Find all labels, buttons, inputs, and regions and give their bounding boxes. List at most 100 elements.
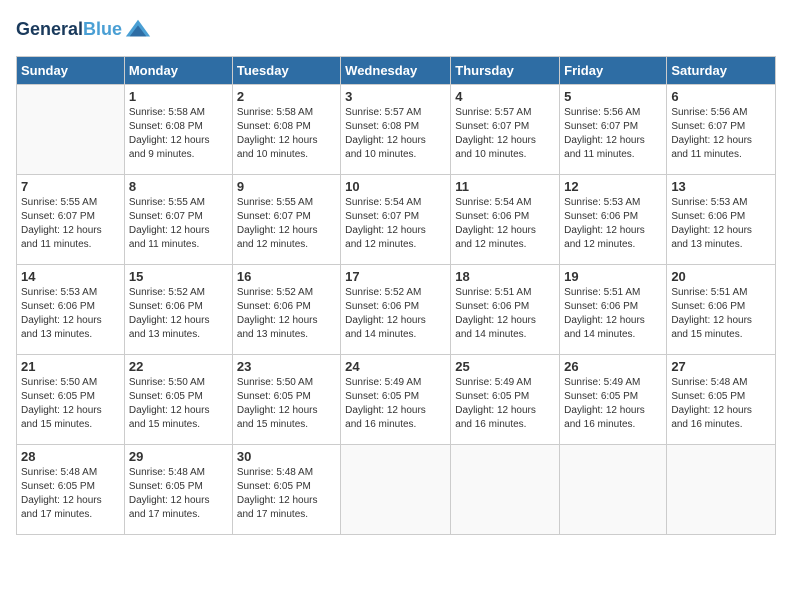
calendar-cell (451, 445, 560, 535)
calendar-cell: 2Sunrise: 5:58 AM Sunset: 6:08 PM Daylig… (232, 85, 340, 175)
day-number: 10 (345, 179, 446, 194)
weekday-header-wednesday: Wednesday (341, 57, 451, 85)
day-number: 1 (129, 89, 228, 104)
calendar-cell: 18Sunrise: 5:51 AM Sunset: 6:06 PM Dayli… (451, 265, 560, 355)
calendar-cell: 11 Sunrise: 5:54 AM Sunset: 6:06 PM Dayli… (451, 175, 560, 265)
calendar-cell: 22 Sunrise: 5:50 AM Sunset: 6:05 PM Dayli… (124, 355, 232, 445)
week-row-2: 7Sunrise: 5:55 AM Sunset: 6:07 PM Daylig… (17, 175, 776, 265)
day-number: 4 (455, 89, 555, 104)
calendar-table: SundayMondayTuesdayWednesdayThursdayFrid… (16, 56, 776, 535)
calendar-cell (341, 445, 451, 535)
day-number: 25 (455, 359, 555, 374)
day-info: Sunrise: 5:51 AM Sunset: 6:06 PM Dayligh… (671, 286, 771, 342)
day-number: 26 (564, 359, 662, 374)
weekday-header-thursday: Thursday (451, 57, 560, 85)
calendar-cell: 25 Sunrise: 5:49 AM Sunset: 6:05 PM Dayli… (451, 355, 560, 445)
day-number: 27 (671, 359, 771, 374)
day-number: 20 (671, 269, 771, 284)
day-info: Sunrise: 5:55 AM Sunset: 6:07 PM Dayligh… (21, 196, 120, 252)
day-info: Sunrise: 5:50 AM Sunset: 6:05 PM Dayligh… (237, 376, 336, 432)
day-info: Sunrise: 5:52 AM Sunset: 6:06 PM Dayligh… (345, 286, 446, 342)
calendar-cell: 6 Sunrise: 5:56 AM Sunset: 6:07 PM Daylig… (667, 85, 776, 175)
day-info: Sunrise: 5:55 AM Sunset: 6:07 PM Dayligh… (129, 196, 228, 252)
weekday-header-tuesday: Tuesday (232, 57, 340, 85)
week-row-4: 21 Sunrise: 5:50 AM Sunset: 6:05 PM Dayli… (17, 355, 776, 445)
week-row-5: 28 Sunrise: 5:48 AM Sunset: 6:05 PM Dayli… (17, 445, 776, 535)
day-info: Sunrise: 5:53 AM Sunset: 6:06 PM Dayligh… (671, 196, 771, 252)
day-info: Sunrise: 5:53 AM Sunset: 6:06 PM Dayligh… (564, 196, 662, 252)
day-info: Sunrise: 5:54 AM Sunset: 6:06 PM Dayligh… (455, 196, 555, 252)
day-info: Sunrise: 5:49 AM Sunset: 6:05 PM Dayligh… (345, 376, 446, 432)
calendar-cell (667, 445, 776, 535)
calendar-cell: 1Sunrise: 5:58 AM Sunset: 6:08 PM Daylig… (124, 85, 232, 175)
day-info: Sunrise: 5:48 AM Sunset: 6:05 PM Dayligh… (237, 466, 336, 522)
calendar-cell: 5 Sunrise: 5:56 AM Sunset: 6:07 PM Daylig… (560, 85, 667, 175)
day-info: Sunrise: 5:58 AM Sunset: 6:08 PM Dayligh… (237, 106, 336, 162)
day-number: 24 (345, 359, 446, 374)
calendar-cell: 21 Sunrise: 5:50 AM Sunset: 6:05 PM Dayli… (17, 355, 125, 445)
day-number: 3 (345, 89, 446, 104)
calendar-cell: 4 Sunrise: 5:57 AM Sunset: 6:07 PM Daylig… (451, 85, 560, 175)
calendar-cell: 10Sunrise: 5:54 AM Sunset: 6:07 PM Dayli… (341, 175, 451, 265)
calendar-cell: 29 Sunrise: 5:48 AM Sunset: 6:05 PM Dayli… (124, 445, 232, 535)
day-number: 16 (237, 269, 336, 284)
day-number: 5 (564, 89, 662, 104)
calendar-cell: 27 Sunrise: 5:48 AM Sunset: 6:05 PM Dayli… (667, 355, 776, 445)
day-number: 13 (671, 179, 771, 194)
day-info: Sunrise: 5:48 AM Sunset: 6:05 PM Dayligh… (21, 466, 120, 522)
calendar-cell: 23 Sunrise: 5:50 AM Sunset: 6:05 PM Dayli… (232, 355, 340, 445)
calendar-cell: 13 Sunrise: 5:53 AM Sunset: 6:06 PM Dayli… (667, 175, 776, 265)
day-number: 21 (21, 359, 120, 374)
calendar-cell: 17 Sunrise: 5:52 AM Sunset: 6:06 PM Dayli… (341, 265, 451, 355)
calendar-cell: 26 Sunrise: 5:49 AM Sunset: 6:05 PM Dayli… (560, 355, 667, 445)
day-number: 15 (129, 269, 228, 284)
calendar-cell: 9 Sunrise: 5:55 AM Sunset: 6:07 PM Daylig… (232, 175, 340, 265)
day-info: Sunrise: 5:50 AM Sunset: 6:05 PM Dayligh… (21, 376, 120, 432)
day-info: Sunrise: 5:56 AM Sunset: 6:07 PM Dayligh… (564, 106, 662, 162)
day-info: Sunrise: 5:52 AM Sunset: 6:06 PM Dayligh… (129, 286, 228, 342)
day-number: 12 (564, 179, 662, 194)
day-info: Sunrise: 5:57 AM Sunset: 6:07 PM Dayligh… (455, 106, 555, 162)
day-info: Sunrise: 5:49 AM Sunset: 6:05 PM Dayligh… (455, 376, 555, 432)
day-number: 29 (129, 449, 228, 464)
calendar-cell (560, 445, 667, 535)
day-info: Sunrise: 5:48 AM Sunset: 6:05 PM Dayligh… (129, 466, 228, 522)
weekday-header-saturday: Saturday (667, 57, 776, 85)
calendar-cell: 16 Sunrise: 5:52 AM Sunset: 6:06 PM Dayli… (232, 265, 340, 355)
day-number: 8 (129, 179, 228, 194)
week-row-1: 1 Sunrise: 5:58 AM Sunset: 6:08 PM Daylig… (17, 85, 776, 175)
page-header: GeneralBlue (16, 16, 776, 44)
day-number: 17 (345, 269, 446, 284)
day-number: 14 (21, 269, 120, 284)
week-row-3: 14 Sunrise: 5:53 AM Sunset: 6:06 PM Dayli… (17, 265, 776, 355)
day-info: Sunrise: 5:57 AM Sunset: 6:08 PM Dayligh… (345, 106, 446, 162)
day-number: 9 (237, 179, 336, 194)
calendar-cell: 15 Sunrise: 5:52 AM Sunset: 6:06 PM Dayli… (124, 265, 232, 355)
day-info: Sunrise: 5:52 AM Sunset: 6:06 PM Dayligh… (237, 286, 336, 342)
calendar-cell: 7Sunrise: 5:55 AM Sunset: 6:07 PM Daylig… (17, 175, 125, 265)
day-info: Sunrise: 5:51 AM Sunset: 6:06 PM Dayligh… (564, 286, 662, 342)
weekday-header-sunday: Sunday (17, 57, 125, 85)
day-number: 6 (671, 89, 771, 104)
day-number: 30 (237, 449, 336, 464)
day-number: 28 (21, 449, 120, 464)
day-number: 23 (237, 359, 336, 374)
day-info: Sunrise: 5:56 AM Sunset: 6:07 PM Dayligh… (671, 106, 771, 162)
weekday-header-monday: Monday (124, 57, 232, 85)
logo-text: GeneralBlue (16, 20, 122, 40)
calendar-cell: 12 Sunrise: 5:53 AM Sunset: 6:06 PM Dayli… (560, 175, 667, 265)
day-info: Sunrise: 5:55 AM Sunset: 6:07 PM Dayligh… (237, 196, 336, 252)
weekday-header-friday: Friday (560, 57, 667, 85)
day-info: Sunrise: 5:48 AM Sunset: 6:05 PM Dayligh… (671, 376, 771, 432)
calendar-cell: 3 Sunrise: 5:57 AM Sunset: 6:08 PM Daylig… (341, 85, 451, 175)
calendar-cell: 19Sunrise: 5:51 AM Sunset: 6:06 PM Dayli… (560, 265, 667, 355)
calendar-cell: 30 Sunrise: 5:48 AM Sunset: 6:05 PM Dayli… (232, 445, 340, 535)
day-info: Sunrise: 5:53 AM Sunset: 6:06 PM Dayligh… (21, 286, 120, 342)
logo-icon (124, 16, 152, 44)
day-info: Sunrise: 5:50 AM Sunset: 6:05 PM Dayligh… (129, 376, 228, 432)
calendar-cell (17, 85, 125, 175)
day-info: Sunrise: 5:49 AM Sunset: 6:05 PM Dayligh… (564, 376, 662, 432)
logo: GeneralBlue (16, 16, 152, 44)
day-number: 22 (129, 359, 228, 374)
day-number: 11 (455, 179, 555, 194)
